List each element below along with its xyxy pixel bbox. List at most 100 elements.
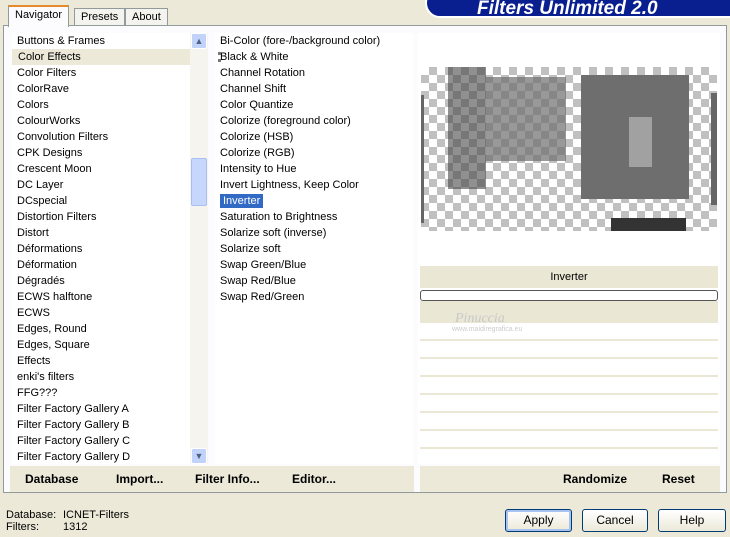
tab-about[interactable]: About [125, 8, 168, 26]
category-item[interactable]: Crescent Moon [12, 161, 190, 177]
filter-item-label: Saturation to Brightness [220, 211, 338, 223]
filter-item-label: Solarize soft [220, 243, 281, 255]
category-item-label: Déformation [17, 259, 77, 271]
category-item[interactable]: Effects [12, 353, 190, 369]
preview-image [421, 67, 717, 231]
filter-name-label: Inverter [420, 266, 718, 288]
database-button[interactable]: Database [25, 466, 78, 492]
filter-item[interactable]: Channel Shift [215, 81, 413, 97]
filter-item[interactable]: Colorize (HSB) [215, 129, 413, 145]
filter-list[interactable]: Bi-Color (fore-/background color) Black &… [215, 33, 413, 464]
filter-item[interactable]: Colorize (foreground color) [215, 113, 413, 129]
category-item[interactable]: ColourWorks [12, 113, 190, 129]
category-item-label: DC Layer [17, 179, 64, 191]
scroll-down-icon[interactable]: ▼ [191, 448, 207, 464]
category-item[interactable]: Filter Factory Gallery D [12, 449, 190, 464]
filter-item[interactable]: Invert Lightness, Keep Color [215, 177, 413, 193]
category-item-label: Convolution Filters [17, 131, 109, 143]
category-item[interactable]: FFG??? [12, 385, 190, 401]
randomize-button[interactable]: Randomize [563, 466, 627, 492]
category-item[interactable]: Filter Factory Gallery C [12, 433, 190, 449]
tab-navigator[interactable]: Navigator [8, 5, 70, 27]
parameter-slider[interactable] [420, 290, 718, 301]
category-item[interactable]: ColorRave [12, 81, 190, 97]
import-button[interactable]: Import... [116, 466, 163, 492]
filter-item[interactable]: Solarize soft (inverse) [215, 225, 413, 241]
category-item[interactable]: Edges, Round [12, 321, 190, 337]
filter-item[interactable]: Swap Red/Green [215, 289, 413, 305]
category-item-label: Buttons & Frames [17, 35, 106, 47]
filter-item-label: Solarize soft (inverse) [220, 227, 327, 239]
category-item[interactable]: Filter Factory Gallery B [12, 417, 190, 433]
category-item[interactable]: Distort [12, 225, 190, 241]
filter-item[interactable]: Channel Rotation [215, 65, 413, 81]
category-scrollbar[interactable]: ▲ ▼ [190, 33, 208, 464]
category-item[interactable]: Edges, Square [12, 337, 190, 353]
scroll-up-icon[interactable]: ▲ [191, 33, 207, 49]
category-item-label: Filter Factory Gallery B [17, 419, 130, 431]
filter-item-label: Colorize (RGB) [220, 147, 295, 159]
category-item-label: Color Filters [17, 67, 77, 79]
category-item[interactable]: Déformations [12, 241, 190, 257]
filter-item[interactable]: Colorize (RGB) [215, 145, 413, 161]
category-item[interactable]: ECWS halftone [12, 289, 190, 305]
filter-item[interactable]: Saturation to Brightness [215, 209, 413, 225]
filter-item-label: Color Quantize [220, 99, 294, 111]
category-item[interactable]: Colors [12, 97, 190, 113]
category-item[interactable]: Distortion Filters [12, 209, 190, 225]
parameter-divider [420, 447, 718, 449]
help-button[interactable]: Help [658, 509, 726, 532]
filter-item-label: Invert Lightness, Keep Color [220, 179, 359, 191]
filter-item[interactable]: Solarize soft [215, 241, 413, 257]
filter-item-label: Channel Shift [220, 83, 287, 95]
parameter-divider [420, 339, 718, 341]
category-item-label: Edges, Square [17, 339, 90, 351]
filter-item-label: Bi-Color (fore-/background color) [220, 35, 381, 47]
category-item[interactable]: ECWS [12, 305, 190, 321]
cancel-button[interactable]: Cancel [582, 509, 648, 532]
category-item[interactable]: enki's filters [12, 369, 190, 385]
category-item-label: ECWS [17, 307, 50, 319]
filter-item[interactable]: Inverter [215, 193, 413, 209]
category-list[interactable]: Buttons & Frames Color Effects Color Filte… [12, 33, 190, 464]
apply-button[interactable]: Apply [505, 509, 572, 532]
category-item[interactable]: DC Layer [12, 177, 190, 193]
category-item-label: Filter Factory Gallery C [17, 435, 131, 447]
reset-button[interactable]: Reset [662, 466, 695, 492]
parameter-divider [420, 357, 718, 359]
parameter-divider [420, 375, 718, 377]
filter-info-button[interactable]: Filter Info... [195, 466, 260, 492]
category-item[interactable]: Filter Factory Gallery A [12, 401, 190, 417]
filter-item[interactable]: Color Quantize [215, 97, 413, 113]
category-item[interactable]: CPK Designs [12, 145, 190, 161]
watermark-name: Pinuccia [455, 311, 505, 326]
category-item[interactable]: Buttons & Frames [12, 33, 190, 49]
category-item[interactable]: Dégradés [12, 273, 190, 289]
filter-item-label: Colorize (foreground color) [220, 115, 351, 127]
category-item-label: CPK Designs [17, 147, 83, 159]
filter-item[interactable]: Swap Red/Blue [215, 273, 413, 289]
category-item[interactable]: Color Effects [12, 49, 190, 65]
tab-presets[interactable]: Presets [74, 8, 126, 26]
category-item-label: Dégradés [17, 275, 65, 287]
database-status-label: Database: [6, 509, 57, 521]
category-item-label: enki's filters [17, 371, 75, 383]
filter-item[interactable]: Swap Green/Blue [215, 257, 413, 273]
category-item[interactable]: Convolution Filters [12, 129, 190, 145]
database-status-value: ICNET-Filters [63, 509, 129, 521]
filter-item[interactable]: Black & White [215, 49, 413, 65]
filter-item-label: Black & White [220, 51, 289, 63]
category-item-label: ColorRave [17, 83, 69, 95]
category-item-label: Color Effects [16, 50, 83, 64]
parameter-divider [420, 393, 718, 395]
category-item[interactable]: DCspecial [12, 193, 190, 209]
filter-item-label: Channel Rotation [220, 67, 306, 79]
scroll-thumb[interactable] [191, 158, 207, 206]
category-item[interactable]: Color Filters [12, 65, 190, 81]
filter-item[interactable]: Bi-Color (fore-/background color) [215, 33, 413, 49]
filter-item[interactable]: Intensity to Hue [215, 161, 413, 177]
category-item[interactable]: Déformation [12, 257, 190, 273]
filter-item-label: Intensity to Hue [220, 163, 297, 175]
editor-button[interactable]: Editor... [292, 466, 336, 492]
category-item-label: Effects [17, 355, 51, 367]
